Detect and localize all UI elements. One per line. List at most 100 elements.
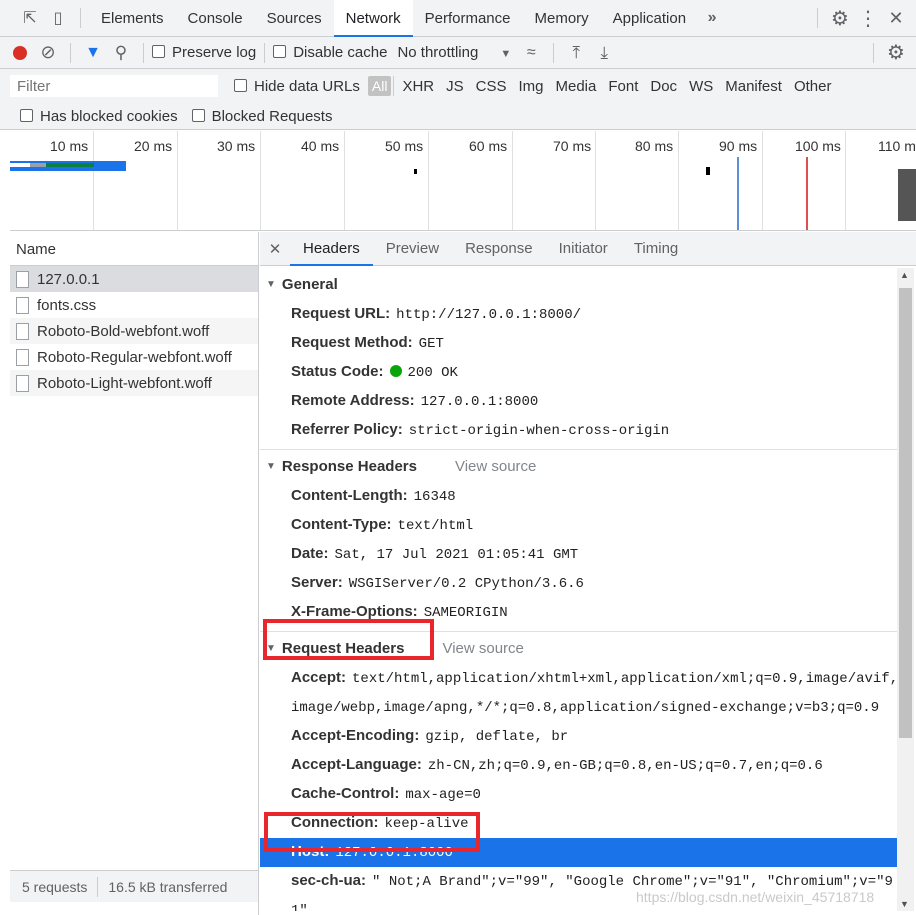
header-row: Date: Sat, 17 Jul 2021 01:05:41 GMT — [266, 540, 897, 569]
filter-type-font[interactable]: Font — [602, 78, 644, 95]
throttling-value: No throttling — [397, 44, 479, 61]
tab-network[interactable]: Network — [333, 0, 413, 37]
transferred-size: 16.5 kB transferred — [108, 878, 228, 895]
filter-type-xhr[interactable]: XHR — [396, 78, 440, 95]
hide-data-urls-checkbox[interactable]: Hide data URLs — [234, 78, 360, 95]
tick-label: 50 ms — [385, 138, 424, 154]
tab-console[interactable]: Console — [176, 0, 255, 37]
request-name: Roboto-Regular-webfont.woff — [37, 348, 232, 366]
document-icon — [16, 270, 29, 288]
detail-tabbar: ✕ Headers Preview Response Initiator Tim… — [260, 232, 916, 266]
tab-memory[interactable]: Memory — [523, 0, 601, 37]
header-value: 127.0.0.1:8000 — [420, 394, 539, 410]
tab-preview[interactable]: Preview — [373, 232, 452, 266]
filter-type-js[interactable]: JS — [440, 78, 470, 95]
status-bar: 5 requests 16.5 kB transferred — [10, 870, 258, 902]
header-value: text/html — [397, 518, 474, 534]
waterfall-bar-waiting — [46, 163, 94, 167]
record-icon[interactable] — [6, 39, 34, 67]
header-row: Referrer Policy: strict-origin-when-cross… — [266, 416, 897, 445]
tab-timing[interactable]: Timing — [621, 232, 691, 266]
tab-response[interactable]: Response — [452, 232, 546, 266]
request-row[interactable]: fonts.css — [10, 292, 258, 318]
dropdown-arrow-icon: ▼ — [500, 48, 512, 60]
hide-data-urls-label: Hide data URLs — [254, 77, 360, 95]
preserve-log-checkbox[interactable]: Preserve log — [152, 44, 256, 61]
header-key: Referrer Policy: — [291, 421, 403, 438]
general-section-toggle[interactable]: ▼ General — [266, 268, 897, 300]
header-row: Cache-Control: max-age=0 — [266, 780, 897, 809]
overview-grip-handle[interactable] — [898, 169, 916, 221]
request-name: 127.0.0.1 — [37, 270, 100, 288]
devtools-tabbar: ⇱ ▯ Elements Console Sources Network Per… — [0, 0, 916, 37]
scrollbar-thumb[interactable] — [899, 288, 912, 738]
search-icon[interactable]: ⚲ — [107, 39, 135, 67]
header-value: strict-origin-when-cross-origin — [408, 423, 670, 439]
response-headers-toggle[interactable]: ▼ Response Headers View source — [266, 450, 897, 482]
close-icon[interactable]: ✕ — [882, 4, 910, 32]
device-toolbar-icon[interactable]: ▯ — [44, 4, 72, 32]
filter-icon[interactable]: ▼ — [79, 39, 107, 67]
header-key: Accept-Language: — [291, 756, 422, 773]
import-har-icon[interactable]: ⤒ — [562, 39, 590, 67]
header-row: Accept-Language: zh-CN,zh;q=0.9,en-GB;q=0… — [266, 751, 897, 780]
waterfall-bar-stalled — [30, 163, 46, 167]
has-blocked-cookies-checkbox[interactable]: Has blocked cookies — [20, 108, 178, 125]
scroll-up-arrow-icon[interactable]: ▲ — [900, 270, 909, 280]
filter-type-doc[interactable]: Doc — [644, 78, 683, 95]
tab-headers[interactable]: Headers — [290, 232, 373, 266]
network-conditions-icon[interactable]: ≈ — [517, 39, 545, 67]
tab-sources[interactable]: Sources — [255, 0, 334, 37]
filter-type-other[interactable]: Other — [788, 78, 838, 95]
scroll-down-arrow-icon[interactable]: ▼ — [900, 899, 909, 909]
view-source-link[interactable]: View source — [442, 640, 523, 657]
more-tabs-icon[interactable]: » — [698, 4, 726, 32]
tab-application[interactable]: Application — [601, 0, 698, 37]
filter-type-ws[interactable]: WS — [683, 78, 719, 95]
name-column-header[interactable]: Name — [10, 232, 258, 266]
tick-label: 10 ms — [50, 138, 89, 154]
tab-performance[interactable]: Performance — [413, 0, 523, 37]
has-blocked-cookies-label: Has blocked cookies — [40, 107, 178, 125]
settings-icon[interactable]: ⚙ — [826, 4, 854, 32]
more-options-icon[interactable]: ⋮ — [854, 4, 882, 32]
filter-type-manifest[interactable]: Manifest — [719, 78, 788, 95]
section-title: General — [281, 275, 338, 293]
status-ok-icon — [389, 365, 402, 377]
tick-label: 60 ms — [469, 138, 508, 154]
filter-bar-2: Has blocked cookies Blocked Requests — [0, 103, 916, 130]
clear-icon[interactable]: ⊘ — [34, 39, 62, 67]
disable-cache-label: Disable cache — [293, 44, 388, 61]
checkbox-icon — [234, 78, 247, 92]
header-row: Request Method: GET — [266, 329, 897, 358]
header-key: Request Method: — [291, 334, 413, 351]
tab-initiator[interactable]: Initiator — [546, 232, 621, 266]
filter-type-css[interactable]: CSS — [470, 78, 513, 95]
inspect-element-icon[interactable]: ⇱ — [16, 4, 44, 32]
close-detail-icon[interactable]: ✕ — [260, 235, 290, 263]
filter-type-media[interactable]: Media — [550, 78, 603, 95]
load-event-line — [806, 157, 808, 230]
timeline-overview[interactable]: 10 ms 20 ms 30 ms 40 ms 50 ms 60 ms 70 m… — [10, 131, 916, 231]
request-row[interactable]: 127.0.0.1 — [10, 266, 258, 292]
divider — [97, 876, 99, 897]
request-row[interactable]: Roboto-Bold-webfont.woff — [10, 318, 258, 344]
divider — [264, 42, 266, 63]
request-name: Roboto-Light-webfont.woff — [37, 374, 212, 392]
blocked-requests-checkbox[interactable]: Blocked Requests — [191, 108, 332, 125]
vertical-scrollbar[interactable]: ▲ ▼ — [897, 268, 914, 911]
header-row: Server: WSGIServer/0.2 CPython/3.6.6 — [266, 569, 897, 598]
filter-input[interactable] — [10, 75, 218, 97]
filter-type-img[interactable]: Img — [512, 78, 549, 95]
view-source-link[interactable]: View source — [455, 458, 536, 475]
header-row: Status Code: 200 OK — [266, 358, 897, 387]
disable-cache-checkbox[interactable]: Disable cache — [273, 44, 387, 61]
filter-type-all[interactable]: All — [367, 76, 392, 96]
request-row[interactable]: Roboto-Regular-webfont.woff — [10, 344, 258, 370]
network-settings-icon[interactable]: ⚙ — [882, 39, 910, 67]
tab-elements[interactable]: Elements — [89, 0, 176, 37]
request-row[interactable]: Roboto-Light-webfont.woff — [10, 370, 258, 396]
throttling-select[interactable]: No throttling ▼ — [397, 44, 511, 61]
header-value: zh-CN,zh;q=0.9,en-GB;q=0.8,en-US;q=0.7,e… — [427, 758, 823, 774]
export-har-icon[interactable]: ⤓ — [590, 39, 618, 67]
